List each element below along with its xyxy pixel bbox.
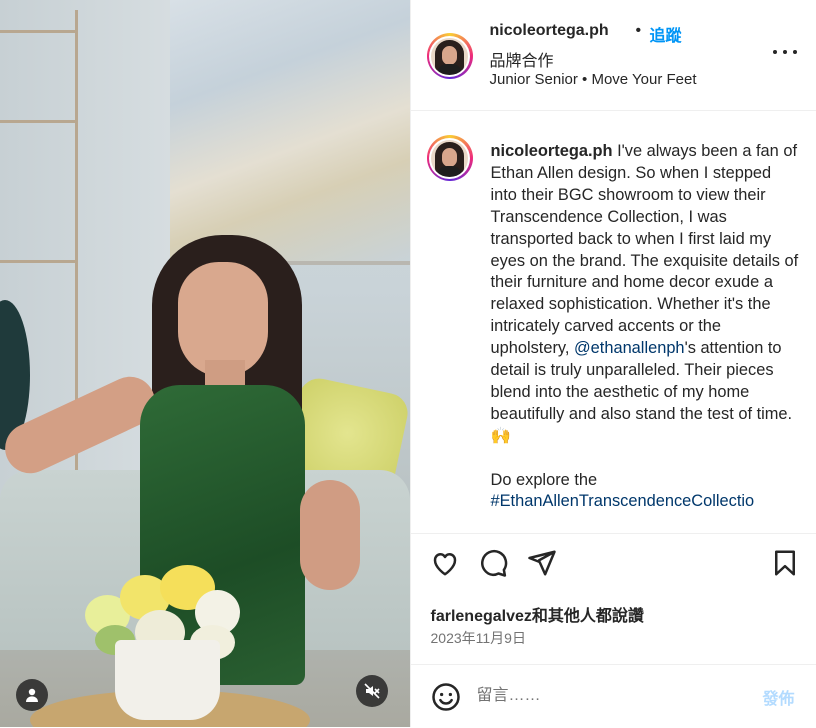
post-date[interactable]: 2023年11月9日 <box>431 628 526 648</box>
separator-dot: • <box>636 22 642 40</box>
mention-link[interactable]: @ethanallenph <box>574 339 685 357</box>
comment-icon[interactable] <box>478 548 508 578</box>
emoji-icon[interactable] <box>431 682 461 712</box>
user-icon[interactable] <box>16 679 48 711</box>
comment-input[interactable] <box>477 683 737 709</box>
post-caption: nicoleortega.ph I've always been a fan o… <box>491 141 801 513</box>
likes-suffix: 和其他人都說讚 <box>532 608 644 625</box>
caption-paragraph: Do explore the <box>491 470 801 492</box>
avatar[interactable] <box>427 135 473 181</box>
shelf-board <box>0 260 75 263</box>
flower-pot <box>115 640 220 720</box>
share-icon[interactable] <box>527 548 557 578</box>
heart-icon[interactable] <box>430 548 460 578</box>
author-username[interactable]: nicoleortega.ph <box>490 22 609 40</box>
hashtag-link[interactable]: #EthanAllenTranscendenceCollectio <box>491 491 801 513</box>
caption-section: nicoleortega.ph I've always been a fan o… <box>411 111 816 533</box>
action-bar <box>411 533 816 590</box>
audio-muted-icon[interactable] <box>356 675 388 707</box>
liker-username[interactable]: farlenegalvez <box>431 608 532 625</box>
post-header: nicoleortega.ph • 追蹤 品牌合作 Junior Senior … <box>411 0 816 111</box>
follow-button[interactable]: 追蹤 <box>650 22 682 46</box>
post-comment-button[interactable]: 發佈 <box>763 685 795 709</box>
comment-bar: 發佈 <box>411 664 816 728</box>
paid-partnership-label[interactable]: 品牌合作 <box>490 47 554 71</box>
painting <box>170 0 410 265</box>
avatar[interactable] <box>427 33 473 79</box>
caption-text: I've always been a fan of Ethan Allen de… <box>491 142 799 357</box>
instagram-post: nicoleortega.ph • 追蹤 品牌合作 Junior Senior … <box>0 0 816 727</box>
more-options-icon[interactable] <box>773 45 797 59</box>
person-arm <box>300 480 360 590</box>
bookmark-icon[interactable] <box>770 548 800 578</box>
audio-track-link[interactable]: Junior Senior • Move Your Feet <box>490 71 697 88</box>
likes-summary[interactable]: farlenegalvez和其他人都說讚 <box>431 602 644 626</box>
post-media-image[interactable] <box>0 0 410 727</box>
shelf-board <box>0 120 75 123</box>
shelf-board <box>0 30 75 33</box>
post-detail-panel: nicoleortega.ph • 追蹤 品牌合作 Junior Senior … <box>410 0 816 727</box>
caption-username[interactable]: nicoleortega.ph <box>491 142 613 160</box>
